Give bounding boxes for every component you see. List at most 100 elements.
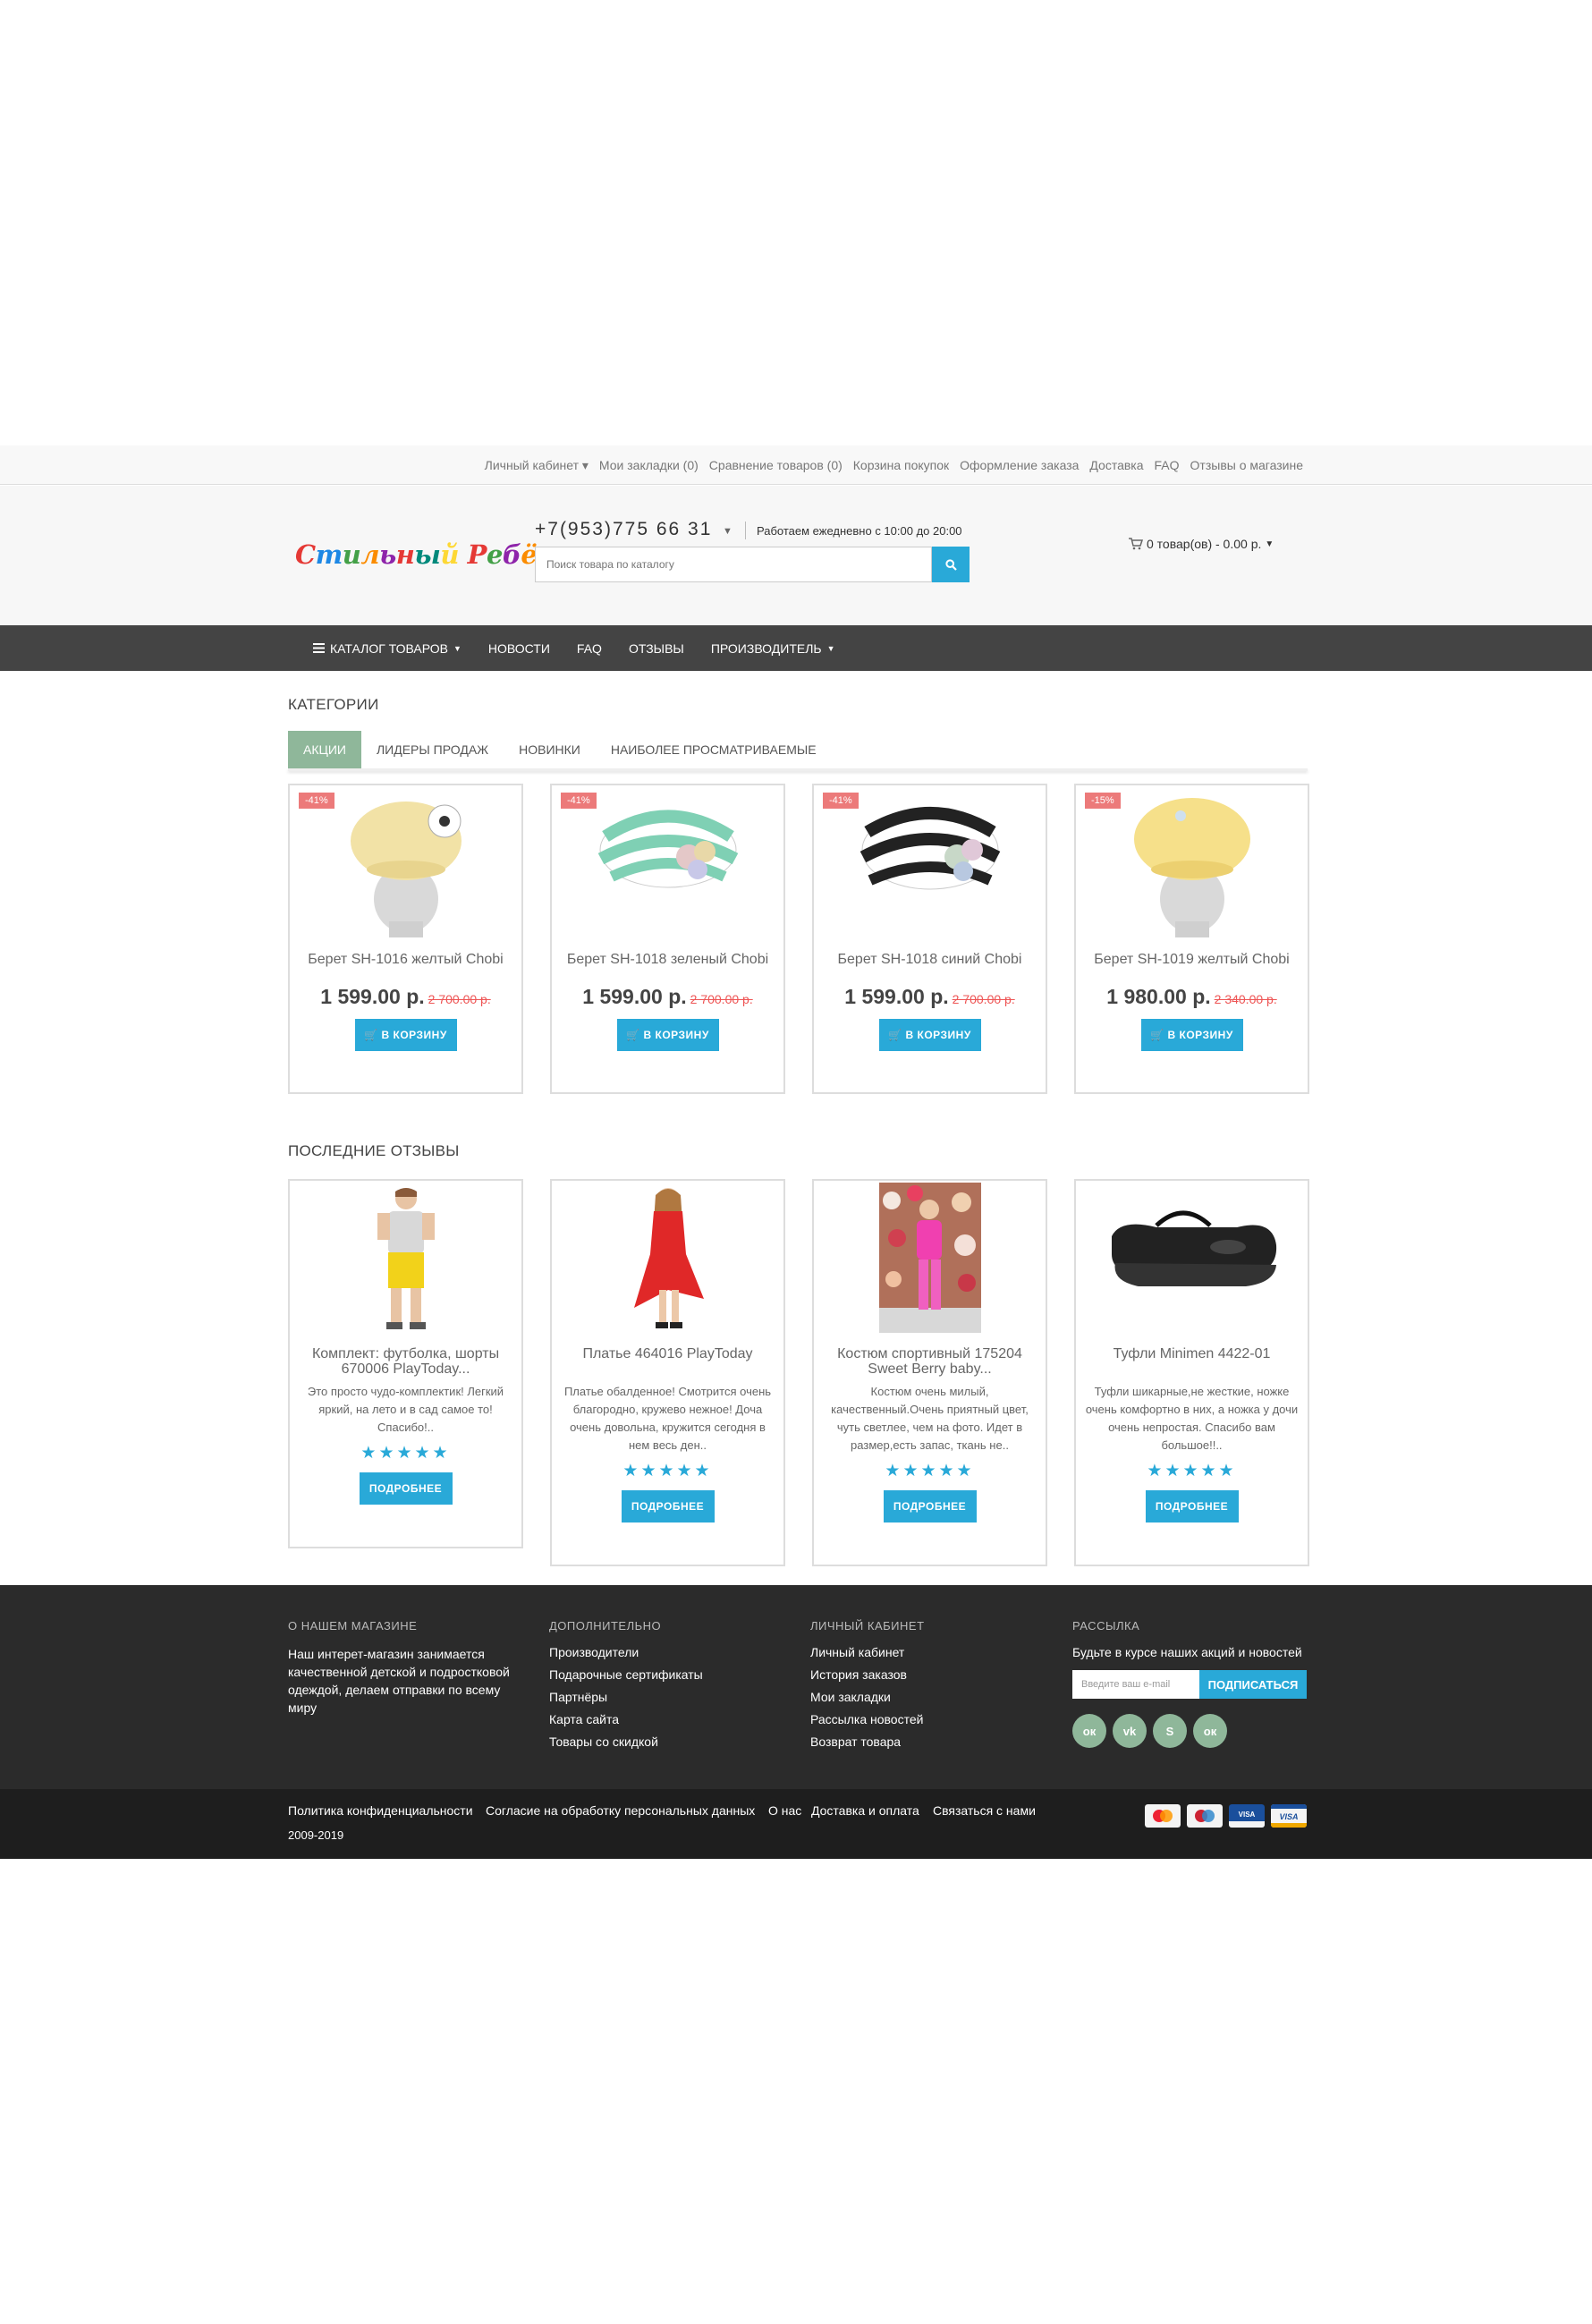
rating-stars: ★★★★★ (885, 1462, 975, 1480)
review-card[interactable]: Платье 464016 PlayToday Платье обалденно… (550, 1179, 785, 1566)
more-button[interactable]: ПОДРОБНЕЕ (621, 1490, 715, 1522)
tab-bestsellers[interactable]: ЛИДЕРЫ ПРОДАЖ (361, 731, 504, 768)
svg-text:VISA: VISA (1239, 1811, 1256, 1819)
mastercard-icon (1145, 1804, 1181, 1828)
footer-link-contact[interactable]: Связаться с нами (933, 1803, 1036, 1818)
top-link-faq[interactable]: FAQ (1155, 458, 1180, 472)
tab-new[interactable]: НОВИНКИ (504, 731, 596, 768)
product-image[interactable] (330, 787, 482, 937)
logo-letter: Р (467, 539, 487, 570)
top-link-delivery[interactable]: Доставка (1089, 458, 1143, 472)
add-to-cart-button[interactable]: 🛒 В КОРЗИНУ (616, 1019, 719, 1051)
review-text: Платье обалденное! Смотрится очень благо… (563, 1385, 772, 1452)
product-name[interactable]: Берет SH-1018 синий Chobi (814, 952, 1046, 967)
review-text: Костюм очень милый, качественный.Очень п… (831, 1385, 1029, 1452)
nav-faq[interactable]: FAQ (577, 641, 602, 656)
product-name[interactable]: Берет SH-1019 желтый Chobi (1076, 952, 1308, 967)
logo-letter: и (342, 539, 361, 570)
review-product-name[interactable]: Костюм спортивный 175204 Sweet Berry bab… (814, 1346, 1046, 1377)
footer-link-specials[interactable]: Товары со скидкой (549, 1735, 658, 1749)
product-card[interactable]: -41% Берет SH-1018 зеленый Chobi 1 599.0… (550, 784, 785, 1094)
review-card[interactable]: Костюм спортивный 175204 Sweet Berry bab… (812, 1179, 1047, 1566)
categories-title: КАТЕГОРИИ (288, 696, 379, 713)
logo-letter: ы (414, 539, 441, 570)
odnoklassniki-icon[interactable]: ок (1193, 1714, 1227, 1748)
logo-letter: т (315, 539, 343, 570)
footer-link-account[interactable]: Личный кабинет (810, 1645, 904, 1659)
footer-link-gift-certificates[interactable]: Подарочные сертификаты (549, 1667, 703, 1682)
footer-link-about[interactable]: О нас (768, 1803, 801, 1818)
add-to-cart-button[interactable]: 🛒 В КОРЗИНУ (1140, 1019, 1243, 1051)
footer-link-newsletter[interactable]: Рассылка новостей (810, 1712, 923, 1726)
product-image[interactable] (592, 787, 744, 937)
vk-icon[interactable]: vk (1113, 1714, 1147, 1748)
footer-link-privacy[interactable]: Политика конфиденциальности (288, 1803, 473, 1818)
product-price: 1 599.00 р. 2 700.00 р. (844, 985, 1015, 1008)
review-image[interactable] (352, 1183, 460, 1333)
top-link-reviews[interactable]: Отзывы о магазине (1190, 458, 1303, 472)
nav-catalog[interactable]: КАТАЛОГ ТОВАРОВ ▼ (313, 641, 462, 656)
add-to-cart-button[interactable]: 🛒 В КОРЗИНУ (878, 1019, 981, 1051)
product-card[interactable]: -41% Берет SH-1018 синий Chobi 1 599.00 … (812, 784, 1047, 1094)
phone-number[interactable]: +7(953)775 66 31 (535, 519, 712, 540)
footer-link-consent[interactable]: Согласие на обработку персональных данны… (486, 1803, 755, 1818)
review-product-name[interactable]: Комплект: футболка, шорты 670006 PlayTod… (290, 1346, 521, 1377)
footer-link-partners[interactable]: Партнёры (549, 1690, 607, 1704)
top-link-checkout[interactable]: Оформление заказа (960, 458, 1079, 472)
subscribe-button[interactable]: ПОДПИСАТЬСЯ (1199, 1670, 1307, 1699)
nav-reviews[interactable]: ОТЗЫВЫ (629, 641, 684, 656)
product-name[interactable]: Берет SH-1016 желтый Chobi (290, 952, 521, 967)
product-price: 1 599.00 р. 2 700.00 р. (582, 985, 753, 1008)
site-footer: О НАШЕМ МАГАЗИНЕ Наш интерет-магазин зан… (0, 1585, 1592, 1789)
review-image[interactable] (1103, 1183, 1282, 1333)
search-icon (944, 558, 957, 571)
chevron-down-icon: ▼ (826, 643, 835, 653)
review-image[interactable] (878, 1183, 981, 1333)
newsletter-email-input[interactable]: Введите ваш e-mail (1072, 1670, 1199, 1699)
tab-most-viewed[interactable]: НАИБОЛЕЕ ПРОСМАТРИВАЕМЫЕ (596, 731, 832, 768)
top-link-wishlist[interactable]: Мои закладки (0) (599, 458, 699, 472)
top-links-bar: Личный кабинет ▾ Мои закладки (0) Сравне… (0, 445, 1592, 485)
product-card[interactable]: -15% Берет SH-1019 желтый Chobi 1 980.00… (1074, 784, 1309, 1094)
tab-sales[interactable]: АКЦИИ (288, 731, 361, 768)
more-button[interactable]: ПОДРОБНЕЕ (883, 1490, 977, 1522)
logo-letter: л (360, 539, 380, 570)
footer-link-delivery-payment[interactable]: Доставка и оплата (811, 1803, 919, 1818)
cart-button[interactable]: 0 товар(ов) - 0.00 р. ▼ (1129, 537, 1274, 551)
product-name[interactable]: Берет SH-1018 зеленый Chobi (552, 952, 783, 967)
review-product-name[interactable]: Платье 464016 PlayToday (552, 1346, 783, 1361)
review-text: Туфли шикарные,не жесткие, ножке очень к… (1085, 1385, 1299, 1452)
review-image[interactable] (614, 1183, 722, 1333)
phone-dropdown-icon[interactable]: ▼ (723, 526, 732, 537)
product-card[interactable]: -41% Берет SH-1016 желтый Chobi 1 599.00… (288, 784, 523, 1094)
product-image[interactable] (1116, 787, 1268, 937)
product-image[interactable] (854, 787, 1006, 937)
search-input[interactable] (535, 547, 932, 582)
top-link-compare[interactable]: Сравнение товаров (0) (709, 458, 843, 472)
more-button[interactable]: ПОДРОБНЕЕ (359, 1472, 453, 1505)
more-button[interactable]: ПОДРОБНЕЕ (1145, 1490, 1239, 1522)
skype-icon[interactable]: S (1153, 1714, 1187, 1748)
footer-link-manufacturers[interactable]: Производители (549, 1645, 639, 1659)
logo-letter: н (395, 539, 415, 570)
odnoklassniki-icon[interactable]: ок (1072, 1714, 1106, 1748)
footer-link-wishlist[interactable]: Мои закладки (810, 1690, 891, 1704)
footer-link-sitemap[interactable]: Карта сайта (549, 1712, 619, 1726)
review-card[interactable]: Туфли Minimen 4422-01 Туфли шикарные,не … (1074, 1179, 1309, 1566)
footer-link-returns[interactable]: Возврат товара (810, 1735, 901, 1749)
footer-link-order-history[interactable]: История заказов (810, 1667, 907, 1682)
top-link-account[interactable]: Личный кабинет ▾ (485, 458, 589, 473)
nav-manufacturer[interactable]: ПРОИЗВОДИТЕЛЬ ▼ (711, 641, 835, 656)
nav-news[interactable]: НОВОСТИ (488, 641, 550, 656)
product-price: 1 599.00 р. 2 700.00 р. (320, 985, 491, 1008)
maestro-icon (1187, 1804, 1223, 1828)
category-tabs: АКЦИИ ЛИДЕРЫ ПРОДАЖ НОВИНКИ НАИБОЛЕЕ ПРО… (288, 731, 832, 768)
search-button[interactable] (932, 547, 970, 582)
visa-icon: VISA (1271, 1804, 1307, 1828)
review-card[interactable]: Комплект: футболка, шорты 670006 PlayTod… (288, 1179, 523, 1548)
main-nav: КАТАЛОГ ТОВАРОВ ▼ НОВОСТИ FAQ ОТЗЫВЫ ПРОИ… (0, 625, 1592, 671)
add-to-cart-button[interactable]: 🛒 В КОРЗИНУ (354, 1019, 457, 1051)
review-product-name[interactable]: Туфли Minimen 4422-01 (1076, 1346, 1308, 1361)
top-link-cart[interactable]: Корзина покупок (853, 458, 949, 472)
tabs-underline (288, 768, 1308, 771)
